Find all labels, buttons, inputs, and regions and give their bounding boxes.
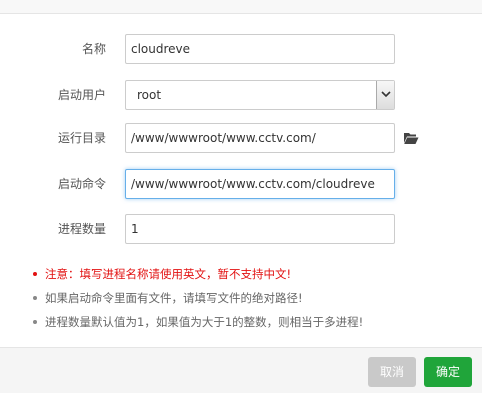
command-input[interactable] [125,169,395,199]
bullet-icon [33,296,37,300]
user-select[interactable]: root [125,80,395,110]
folder-open-icon[interactable] [403,131,419,145]
command-label: 启动命令 [57,177,106,191]
note-text: 如果启动命令里面有文件，请填写文件的绝对路径! [45,291,303,305]
note-item: 进程数量默认值为1，如果值为大于1的整数，则相当于多进程! [33,310,473,334]
name-input[interactable] [125,34,395,64]
dialog-header-strip [0,0,482,14]
user-label: 启动用户 [57,88,106,102]
user-select-value: root [137,88,162,102]
count-input[interactable] [125,214,395,244]
dir-row: 运行目录 [0,123,482,153]
command-row: 启动命令 [0,169,482,199]
name-row: 名称 [0,34,482,64]
note-text: 进程数量默认值为1，如果值为大于1的整数，则相当于多进程! [45,315,364,329]
note-text: 注意：填写进程名称请使用英文，暂不支持中文! [45,267,292,281]
dropdown-arrow-button[interactable] [376,81,394,109]
dir-input[interactable] [125,123,395,153]
note-warning: 注意：填写进程名称请使用英文，暂不支持中文! [33,262,473,286]
count-label: 进程数量 [57,222,106,236]
name-label: 名称 [81,42,106,56]
confirm-button[interactable]: 确定 [424,357,472,387]
bullet-icon [33,272,37,276]
count-row: 进程数量 [0,214,482,244]
cancel-button[interactable]: 取消 [368,357,416,387]
help-notes: 注意：填写进程名称请使用英文，暂不支持中文! 如果启动命令里面有文件，请填写文件… [33,262,473,334]
user-row: 启动用户 root [0,80,482,110]
note-item: 如果启动命令里面有文件，请填写文件的绝对路径! [33,286,473,310]
chevron-down-icon [381,91,391,98]
dialog-footer: 取消 确定 [0,347,482,393]
bullet-icon [33,320,37,324]
dir-label: 运行目录 [57,131,106,145]
